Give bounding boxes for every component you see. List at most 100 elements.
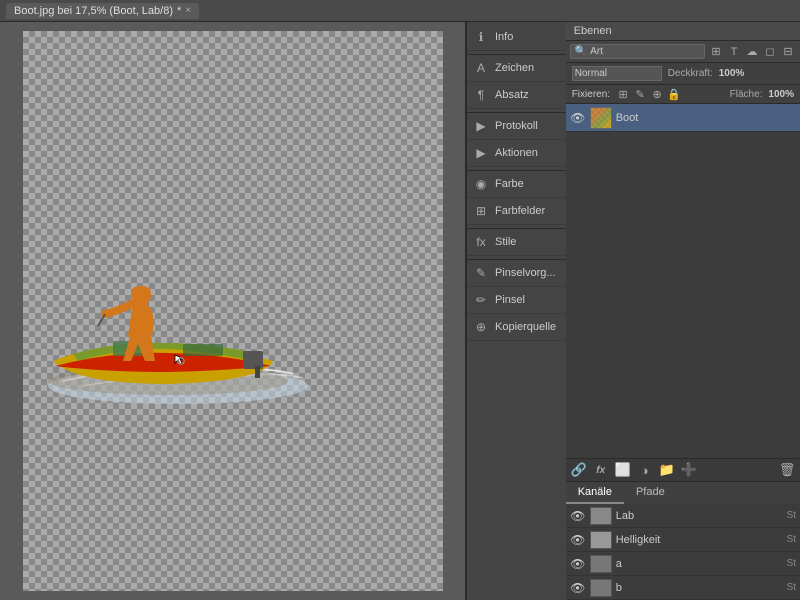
link-layers-icon[interactable]: 🔗 [570,462,588,478]
channel-visibility-helligkeit[interactable]: 👁 [570,532,586,548]
panel-label-pinselvorg: Pinselvorg... [495,267,556,279]
panel-item-kopierquelle[interactable]: ⊕ Kopierquelle [467,314,566,341]
panel-label-aktionen: Aktionen [495,147,538,159]
panel-item-farbfelder[interactable]: ⊞ Farbfelder [467,198,566,225]
panel-icon-pinsel: ✏ [473,292,489,308]
panel-label-pinsel: Pinsel [495,294,525,306]
panel-icon-aktionen: ▶ [473,145,489,161]
lock-move-icon[interactable]: ⊕ [650,87,664,101]
panel-label-zeichen: Zeichen [495,62,534,74]
layer-item-boot[interactable]: 👁 Boot [566,104,800,132]
add-style-icon[interactable]: fx [592,462,610,478]
blend-mode-select[interactable]: Normal Multiplizieren Abwedeln [572,66,662,81]
tab-close-button[interactable]: × [185,5,191,16]
panel-label-absatz: Absatz [495,89,529,101]
tab-channels[interactable]: Kanäle [566,482,624,504]
channels-list: 👁 Lab St 👁 Helligkeit St 👁 a St 👁 b St [566,504,800,600]
panel-item-pinsel[interactable]: ✏ Pinsel [467,287,566,314]
layer-search-box[interactable]: 🔍 [570,44,705,59]
panel-icon-farbfelder: ⊞ [473,203,489,219]
channel-thumb-lab [590,507,612,525]
add-group-icon[interactable]: 📁 [658,462,676,478]
fill-label: Fläche: [730,89,763,100]
layer-visibility-boot[interactable]: 👁 [570,110,586,126]
panel-icon-stile: fx [473,234,489,250]
delete-layer-icon[interactable]: 🗑 [778,462,796,478]
layers-actions: 🔗 fx ⬜ ◑ 📁 ➕ 🗑 [566,458,800,481]
search-icon: 🔍 [575,46,587,57]
channel-shortcut-lab: St [787,510,796,521]
panel-icon-kopierquelle: ⊕ [473,319,489,335]
lock-all-icon[interactable]: 🔒 [667,87,681,101]
channel-name-lab: Lab [616,510,783,522]
type-filter-icon[interactable]: T [726,45,742,59]
canvas-area[interactable] [0,22,465,600]
panel-item-stile[interactable]: fx Stile [467,229,566,256]
panel-icon-absatz: ¶ [473,87,489,103]
lock-transparency-icon[interactable]: ⊞ [616,87,630,101]
lock-icons: ⊞ ✎ ⊕ 🔒 [616,87,681,101]
layers-toolbar: 🔍 ⊞ T ☁ ◻ ⊟ [566,41,800,63]
panel-label-farbe: Farbe [495,178,524,190]
shape-filter-icon[interactable]: ◻ [762,45,778,59]
lock-paint-icon[interactable]: ✎ [633,87,647,101]
panel-item-zeichen[interactable]: A Zeichen [467,55,566,82]
panel-item-protokoll[interactable]: ▶ Protokoll [467,113,566,140]
layer-filter-icons: ⊞ T ☁ ◻ ⊟ [708,45,796,59]
channels-tabs: Kanäle Pfade [566,481,800,504]
main-content: ℹ Info A Zeichen ¶ Absatz ▶ Protokoll ▶ … [0,22,800,600]
add-mask-icon[interactable]: ⬜ [614,462,632,478]
channel-visibility-a[interactable]: 👁 [570,556,586,572]
layer-search-input[interactable] [590,46,700,57]
title-bar: Boot.jpg bei 17,5% (Boot, Lab/8) * × [0,0,800,22]
channel-thumb-b [590,579,612,597]
panels-list: ℹ Info A Zeichen ¶ Absatz ▶ Protokoll ▶ … [466,22,566,600]
panel-item-absatz[interactable]: ¶ Absatz [467,82,566,109]
channel-visibility-lab[interactable]: 👁 [570,508,586,524]
layers-panel: Ebenen 🔍 ⊞ T ☁ ◻ ⊟ Normal [566,22,800,600]
channel-visibility-b[interactable]: 👁 [570,580,586,596]
pixel-filter-icon[interactable]: ⊞ [708,45,724,59]
add-adjustment-icon[interactable]: ◑ [636,462,654,478]
channel-item-a[interactable]: 👁 a St [566,552,800,576]
panel-label-info: Info [495,31,513,43]
panel-item-farbe[interactable]: ◉ Farbe [467,171,566,198]
layers-title: Ebenen [574,25,612,37]
channel-item-b[interactable]: 👁 b St [566,576,800,600]
panel-item-pinselvorg[interactable]: ✎ Pinselvorg... [467,260,566,287]
lock-row: Fixieren: ⊞ ✎ ⊕ 🔒 Fläche: 100% [566,85,800,104]
panel-icon-info: ℹ [473,29,489,45]
panel-icon-farbe: ◉ [473,176,489,192]
channel-shortcut-a: St [787,558,796,569]
channel-thumb-helligkeit [590,531,612,549]
layers-header: Ebenen [566,22,800,41]
add-layer-icon[interactable]: ➕ [680,462,698,478]
canvas-container [23,31,443,591]
document-tab[interactable]: Boot.jpg bei 17,5% (Boot, Lab/8) * × [6,3,199,19]
opacity-label: Deckkraft: [668,68,713,79]
channel-thumb-a [590,555,612,573]
panel-icon-pinselvorg: ✎ [473,265,489,281]
panel-label-stile: Stile [495,236,516,248]
lock-label: Fixieren: [572,89,610,100]
panel-label-protokoll: Protokoll [495,120,538,132]
channel-item-helligkeit[interactable]: 👁 Helligkeit St [566,528,800,552]
right-panel: ℹ Info A Zeichen ¶ Absatz ▶ Protokoll ▶ … [465,22,800,600]
tab-paths[interactable]: Pfade [624,482,677,504]
channel-shortcut-b: St [787,582,796,593]
boat-image [23,186,333,416]
tab-label: Boot.jpg bei 17,5% (Boot, Lab/8) [14,5,173,17]
layer-thumb-boot [590,107,612,129]
channel-shortcut-helligkeit: St [787,534,796,545]
smart-filter-icon[interactable]: ⊟ [780,45,796,59]
panel-item-aktionen[interactable]: ▶ Aktionen [467,140,566,167]
panel-item-info[interactable]: ℹ Info [467,24,566,51]
panel-icon-protokoll: ▶ [473,118,489,134]
channel-item-lab[interactable]: 👁 Lab St [566,504,800,528]
channel-name-helligkeit: Helligkeit [616,534,783,546]
opacity-value: 100% [719,68,745,79]
fill-value: 100% [768,89,794,100]
adjustment-filter-icon[interactable]: ☁ [744,45,760,59]
panel-label-farbfelder: Farbfelder [495,205,545,217]
panel-icon-zeichen: A [473,60,489,76]
